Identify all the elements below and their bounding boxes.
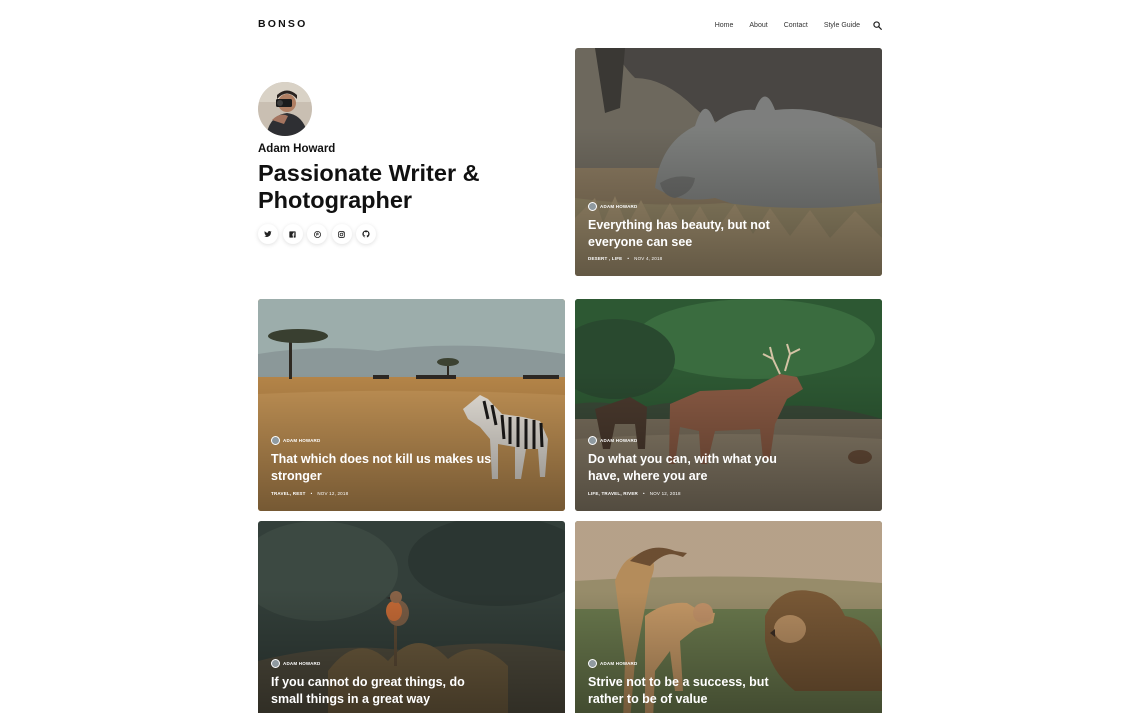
author-avatar-small <box>588 202 597 211</box>
nav-home[interactable]: Home <box>715 22 734 29</box>
post-title-line-1: Do what you can, with what you <box>588 452 777 466</box>
nav-contact[interactable]: Contact <box>784 22 808 29</box>
pinterest-icon[interactable] <box>307 224 327 244</box>
meta-separator: • <box>627 256 630 261</box>
post-author: ADAM HOWARD <box>588 659 637 668</box>
author-avatar-small <box>271 659 280 668</box>
main-nav: Home About Contact Style Guide <box>715 20 882 30</box>
post-title-line-1: That which does not kill us makes us <box>271 452 492 466</box>
author-name: Adam Howard <box>258 143 336 155</box>
nav-about[interactable]: About <box>749 22 767 29</box>
post-card-4[interactable]: ADAM HOWARD If you cannot do great thing… <box>258 521 565 713</box>
post-categories[interactable]: TRAVEL, REST <box>271 491 306 496</box>
twitter-icon[interactable] <box>258 224 278 244</box>
author-label: ADAM HOWARD <box>283 438 321 443</box>
post-author: ADAM HOWARD <box>588 202 637 211</box>
post-title-line-2: stronger <box>271 468 322 483</box>
social-links <box>258 224 548 244</box>
post-title[interactable]: Strive not to be a success, but rather t… <box>588 674 808 707</box>
post-author: ADAM HOWARD <box>588 436 637 445</box>
post-meta: TRAVEL, REST • NOV 12, 2018 <box>271 491 348 496</box>
post-author: ADAM HOWARD <box>271 436 320 445</box>
author-avatar-small <box>271 436 280 445</box>
post-title-line-2: small things in a great way <box>271 691 431 706</box>
author-label: ADAM HOWARD <box>600 661 638 666</box>
instagram-icon[interactable] <box>331 224 352 244</box>
post-categories[interactable]: LIFE, TRAVEL, RIVER <box>588 491 638 496</box>
post-title-line-1: If you cannot do great things, do <box>271 675 465 689</box>
post-meta: LIFE, TRAVEL, RIVER • NOV 12, 2018 <box>588 491 681 496</box>
nav-style-guide[interactable]: Style Guide <box>824 22 860 29</box>
author-label: ADAM HOWARD <box>600 204 638 209</box>
post-title-line-2: everyone can see <box>588 234 693 249</box>
post-title[interactable]: If you cannot do great things, do small … <box>271 674 491 707</box>
post-date: NOV 12, 2018 <box>649 491 681 496</box>
author-profile: Adam Howard Passionate Writer & Photogra… <box>258 82 548 244</box>
author-label: ADAM HOWARD <box>283 661 321 666</box>
post-date: NOV 4, 2018 <box>634 256 663 261</box>
post-date: NOV 12, 2018 <box>317 491 349 496</box>
post-card-5[interactable]: ADAM HOWARD Strive not to be a success, … <box>575 521 882 713</box>
meta-separator: • <box>310 491 313 496</box>
search-icon[interactable] <box>872 20 882 30</box>
facebook-icon[interactable] <box>282 224 303 244</box>
site-header: BONSO Home About Contact Style Guide <box>0 0 1140 50</box>
post-author: ADAM HOWARD <box>271 659 320 668</box>
post-title[interactable]: That which does not kill us makes us str… <box>271 451 511 484</box>
github-icon[interactable] <box>356 224 376 244</box>
post-card-3[interactable]: ADAM HOWARD Do what you can, with what y… <box>575 299 882 511</box>
post-meta: DESERT , LIFE • NOV 4, 2018 <box>588 256 662 261</box>
post-title-line-2: rather to be of value <box>588 691 708 706</box>
site-logo[interactable]: BONSO <box>258 18 308 30</box>
post-card-2[interactable]: ADAM HOWARD That which does not kill us … <box>258 299 565 511</box>
post-categories[interactable]: DESERT , LIFE <box>588 256 622 261</box>
headline-line-2: Photographer <box>258 187 413 213</box>
post-title[interactable]: Do what you can, with what you have, whe… <box>588 451 808 484</box>
author-label: ADAM HOWARD <box>600 438 638 443</box>
author-avatar-small <box>588 659 597 668</box>
author-avatar-small <box>588 436 597 445</box>
post-title[interactable]: Everything has beauty, but not everyone … <box>588 217 808 250</box>
post-title-line-2: have, where you are <box>588 468 708 483</box>
headline-line-1: Passionate Writer & <box>258 160 480 186</box>
post-title-line-1: Strive not to be a success, but <box>588 675 769 689</box>
post-title-line-1: Everything has beauty, but not <box>588 218 770 232</box>
post-card-1[interactable]: ADAM HOWARD Everything has beauty, but n… <box>575 48 882 276</box>
meta-separator: • <box>642 491 645 496</box>
author-avatar <box>258 82 312 136</box>
profile-headline: Passionate Writer & Photographer <box>258 160 548 214</box>
